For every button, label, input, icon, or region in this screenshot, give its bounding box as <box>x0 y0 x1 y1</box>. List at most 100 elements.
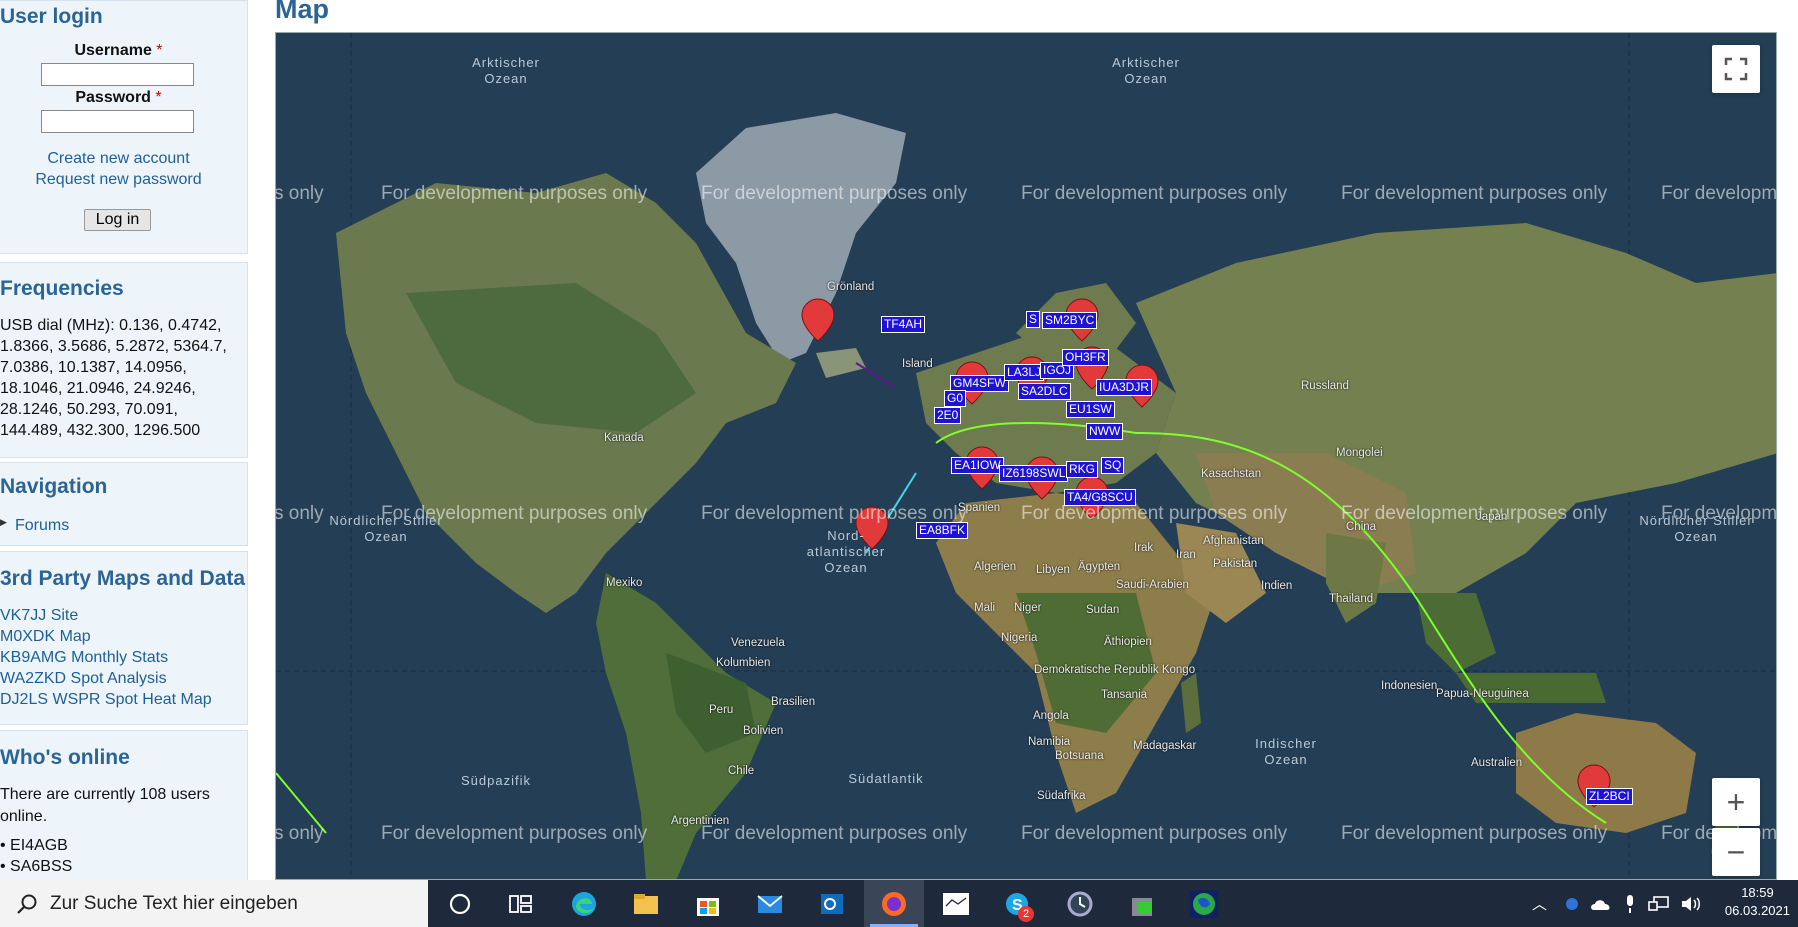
callsign-label[interactable]: SM2BYC <box>1042 312 1098 329</box>
country-label: Spanien <box>958 502 1001 514</box>
clock-app-icon[interactable] <box>1064 888 1096 920</box>
zoom-in-button[interactable]: + <box>1712 778 1760 826</box>
callsign-label[interactable]: IUA3DJR <box>1096 379 1153 396</box>
callsign-label[interactable]: SQ <box>1101 457 1125 474</box>
navigation-block: Navigation ▶ Forums <box>0 462 248 546</box>
country-label: Demokratische Republik Kongo <box>1034 664 1196 676</box>
callsign-label[interactable]: IZ6198SWL <box>999 465 1069 482</box>
mail-icon[interactable] <box>754 888 786 920</box>
world-map[interactable]: s only For development purposes only For… <box>275 32 1777 880</box>
onedrive-icon[interactable] <box>1590 896 1612 912</box>
country-label: Kanada <box>604 432 644 444</box>
country-label: Indonesien <box>1381 680 1438 692</box>
vk7jj-link[interactable]: VK7JJ Site <box>0 605 212 626</box>
country-label: Japan <box>1476 511 1508 523</box>
country-label: Kasachstan <box>1201 468 1262 480</box>
country-label: Namibia <box>1028 736 1071 748</box>
microphone-icon[interactable] <box>1624 894 1636 914</box>
outlook-icon[interactable] <box>816 888 848 920</box>
country-label: Sudan <box>1086 604 1120 616</box>
country-label: Argentinien <box>671 815 730 827</box>
password-label: Password * <box>75 89 162 106</box>
clock-date: 06.03.2021 <box>1724 903 1790 918</box>
watermark: s only <box>275 503 324 524</box>
search-placeholder: Zur Suche Text hier eingeben <box>50 893 298 914</box>
kb9amg-link[interactable]: KB9AMG Monthly Stats <box>0 647 212 668</box>
watermark: For development purposes only <box>1021 823 1288 844</box>
map-tiles <box>276 33 1776 879</box>
app-window-icon[interactable] <box>940 888 972 920</box>
country-label: Afghanistan <box>1203 535 1264 547</box>
country-label: Tansania <box>1101 689 1148 701</box>
country-label: Mexiko <box>606 577 643 589</box>
frequencies-title: Frequencies <box>0 277 124 300</box>
country-label: Iran <box>1176 549 1196 561</box>
country-label: Niger <box>1014 602 1042 614</box>
callsign-label[interactable]: ZL2BCI <box>1586 788 1633 805</box>
country-label: Brasilien <box>771 696 816 708</box>
login-title: User login <box>0 5 103 28</box>
globe-app-icon[interactable] <box>1188 888 1220 920</box>
country-label: Nigeria <box>1001 632 1038 644</box>
dj2ls-link[interactable]: DJ2LS WSPR Spot Heat Map <box>0 689 212 710</box>
file-explorer-icon[interactable] <box>630 888 662 920</box>
edge-icon[interactable] <box>568 888 600 920</box>
cortana-icon[interactable] <box>444 888 476 920</box>
callsign-label[interactable]: 2E0 <box>934 407 962 424</box>
country-label: Island <box>902 358 933 370</box>
taskbar: Zur Suche Text hier eingeben S 2 ︿ 18:59… <box>0 880 1798 927</box>
request-password-link[interactable]: Request new password <box>0 169 237 190</box>
callsign-label[interactable]: SA2DLC <box>1018 383 1071 400</box>
callsign-label[interactable]: EU1SW <box>1066 401 1115 418</box>
callsign-label[interactable]: LA3LJ <box>1004 364 1045 381</box>
tray-chevron-icon[interactable]: ︿ <box>1532 893 1547 914</box>
system-clock[interactable]: 18:59 06.03.2021 <box>1725 884 1790 920</box>
country-label: Irak <box>1134 542 1154 554</box>
login-button[interactable]: Log in <box>84 209 151 231</box>
online-user-1: • EI4AGB <box>0 837 68 854</box>
third-party-title: 3rd Party Maps and Data <box>0 567 246 590</box>
callsign-label[interactable]: RKG <box>1066 461 1099 478</box>
country-label: Madagaskar <box>1133 740 1197 752</box>
store-icon[interactable] <box>692 888 724 920</box>
watermark: s only <box>275 823 324 844</box>
callsign-label[interactable]: OH3FR <box>1062 349 1109 366</box>
m0xdk-link[interactable]: M0XDK Map <box>0 626 212 647</box>
country-label: Mongolei <box>1336 447 1383 459</box>
fullscreen-button[interactable] <box>1712 45 1760 93</box>
callsign-label[interactable]: G0 <box>944 390 967 407</box>
callsign-label[interactable]: EA1IOW <box>951 457 1004 474</box>
wa2zkd-link[interactable]: WA2ZKD Spot Analysis <box>0 668 212 689</box>
watermark: For development purposes only <box>1021 503 1288 524</box>
network-icon[interactable] <box>1648 895 1670 913</box>
task-view-icon[interactable] <box>504 888 536 920</box>
frequencies-block: Frequencies USB dial (MHz): 0.136, 0.474… <box>0 262 248 458</box>
callsign-label[interactable]: S <box>1026 311 1041 328</box>
country-label: Russland <box>1301 380 1349 392</box>
create-account-link[interactable]: Create new account <box>0 148 237 169</box>
app-tray-icon[interactable] <box>1564 896 1580 912</box>
country-label: Venezuela <box>731 637 785 649</box>
callsign-label[interactable]: TF4AH <box>881 316 926 333</box>
forums-link[interactable]: Forums <box>15 515 69 536</box>
callsign-label[interactable]: TA4/G8SCU <box>1064 489 1136 506</box>
lock-app-icon[interactable] <box>1126 888 1158 920</box>
ocean-label: Arktischer Ozean <box>472 55 540 86</box>
country-label: Saudi-Arabien <box>1116 579 1189 591</box>
online-user-2: • SA6BSS <box>0 858 73 875</box>
country-label: Mali <box>974 602 996 614</box>
password-input[interactable] <box>41 110 194 133</box>
notification-badge: 2 <box>1018 906 1034 922</box>
taskbar-search[interactable]: Zur Suche Text hier eingeben <box>0 880 428 927</box>
callsign-label[interactable]: EA8BFK <box>916 522 969 539</box>
whos-online-block: Who's online There are currently 108 use… <box>0 730 248 890</box>
callsign-label[interactable]: NWW <box>1086 423 1124 440</box>
zoom-out-button[interactable]: − <box>1712 828 1760 876</box>
watermark: For development purposes only <box>1341 823 1608 844</box>
volume-icon[interactable] <box>1680 895 1702 913</box>
country-label: Angola <box>1033 710 1069 722</box>
username-input[interactable] <box>41 63 194 86</box>
watermark: For development purposes only <box>701 183 968 204</box>
watermark: For development purposes only <box>381 183 648 204</box>
firefox-active-tab[interactable] <box>864 880 924 927</box>
